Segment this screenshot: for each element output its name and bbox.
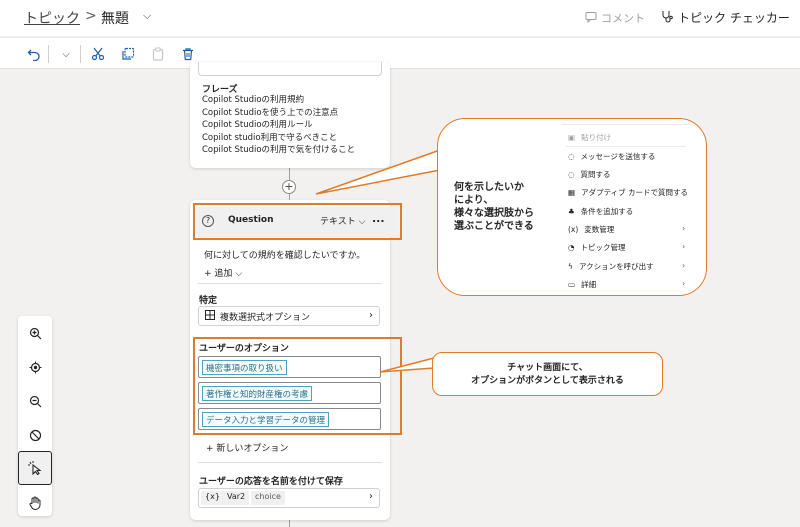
callout-line: チャット画面にて、 — [507, 363, 588, 373]
question-icon: ◌ — [568, 170, 575, 179]
menu-item-send-message[interactable]: ◌ メッセージを送信する — [568, 151, 655, 162]
callout-line: 選ぶことができる — [454, 221, 534, 232]
callout-text: チャット画面にて、 オプションがボタンとして表示される — [433, 362, 662, 388]
menu-item-more[interactable]: ▭ 詳細 — [568, 279, 596, 290]
menu-divider — [566, 146, 686, 147]
menu-item-label: アダプティブ カードで質問する — [581, 188, 689, 197]
menu-item-label: メッセージを送信する — [580, 152, 656, 161]
menu-item-label: トピック管理 — [580, 243, 626, 252]
menu-item-label: 詳細 — [581, 280, 597, 289]
menu-item-paste[interactable]: ▣ 貼り付け — [568, 132, 611, 143]
paste-icon: ▣ — [568, 133, 576, 142]
canvas-controls — [18, 316, 52, 516]
menu-item-label: 質問する — [580, 170, 611, 179]
menu-item-topic[interactable]: ◔ トピック管理 — [568, 242, 626, 253]
select-pointer-icon[interactable] — [18, 451, 52, 485]
menu-item-action[interactable]: ϟ アクションを呼び出す — [568, 261, 654, 272]
menu-item-label: 条件を追加する — [580, 207, 634, 216]
card-icon: ▦ — [568, 188, 576, 197]
action-icon: ϟ — [568, 262, 573, 271]
menu-item-variable[interactable]: (x) 変数管理 — [568, 224, 614, 235]
callout-chat-buttons: チャット画面にて、 オプションがボタンとして表示される — [432, 352, 663, 396]
chevron-right-icon: › — [682, 224, 686, 233]
callout-line: により、 — [454, 195, 494, 206]
menu-item-label: 貼り付け — [581, 133, 612, 142]
callout-line: オプションがボタンとして表示される — [471, 376, 624, 386]
variable-icon: (x) — [568, 225, 579, 234]
chevron-right-icon: › — [682, 279, 686, 288]
topic-icon: ◔ — [568, 243, 575, 252]
menu-item-label: アクションを呼び出す — [578, 262, 654, 271]
zoom-in-icon[interactable] — [25, 323, 45, 343]
menu-item-add-condition[interactable]: ♣ 条件を追加する — [568, 206, 633, 217]
menu-item-ask-question[interactable]: ◌ 質問する — [568, 169, 611, 180]
chevron-right-icon: › — [682, 242, 686, 251]
zoom-out-icon[interactable] — [25, 391, 45, 411]
more-icon: ▭ — [568, 280, 576, 289]
chevron-right-icon: › — [682, 261, 686, 270]
callout-line: 何を示したいか — [454, 182, 524, 193]
menu-item-adaptive-card[interactable]: ▦ アダプティブ カードで質問する — [568, 187, 688, 198]
hand-pan-icon[interactable] — [25, 493, 45, 513]
menu-item-label: 変数管理 — [584, 225, 615, 234]
callout-text: 何を示したいか により、 様々な選択肢から 選ぶことができる — [454, 181, 534, 233]
callout-line: 様々な選択肢から — [454, 208, 534, 219]
condition-icon: ♣ — [568, 207, 575, 216]
minimap-off-icon[interactable] — [25, 425, 45, 445]
menu-top-border — [562, 124, 692, 125]
message-icon: ◌ — [568, 152, 575, 161]
recenter-icon[interactable] — [25, 357, 45, 377]
